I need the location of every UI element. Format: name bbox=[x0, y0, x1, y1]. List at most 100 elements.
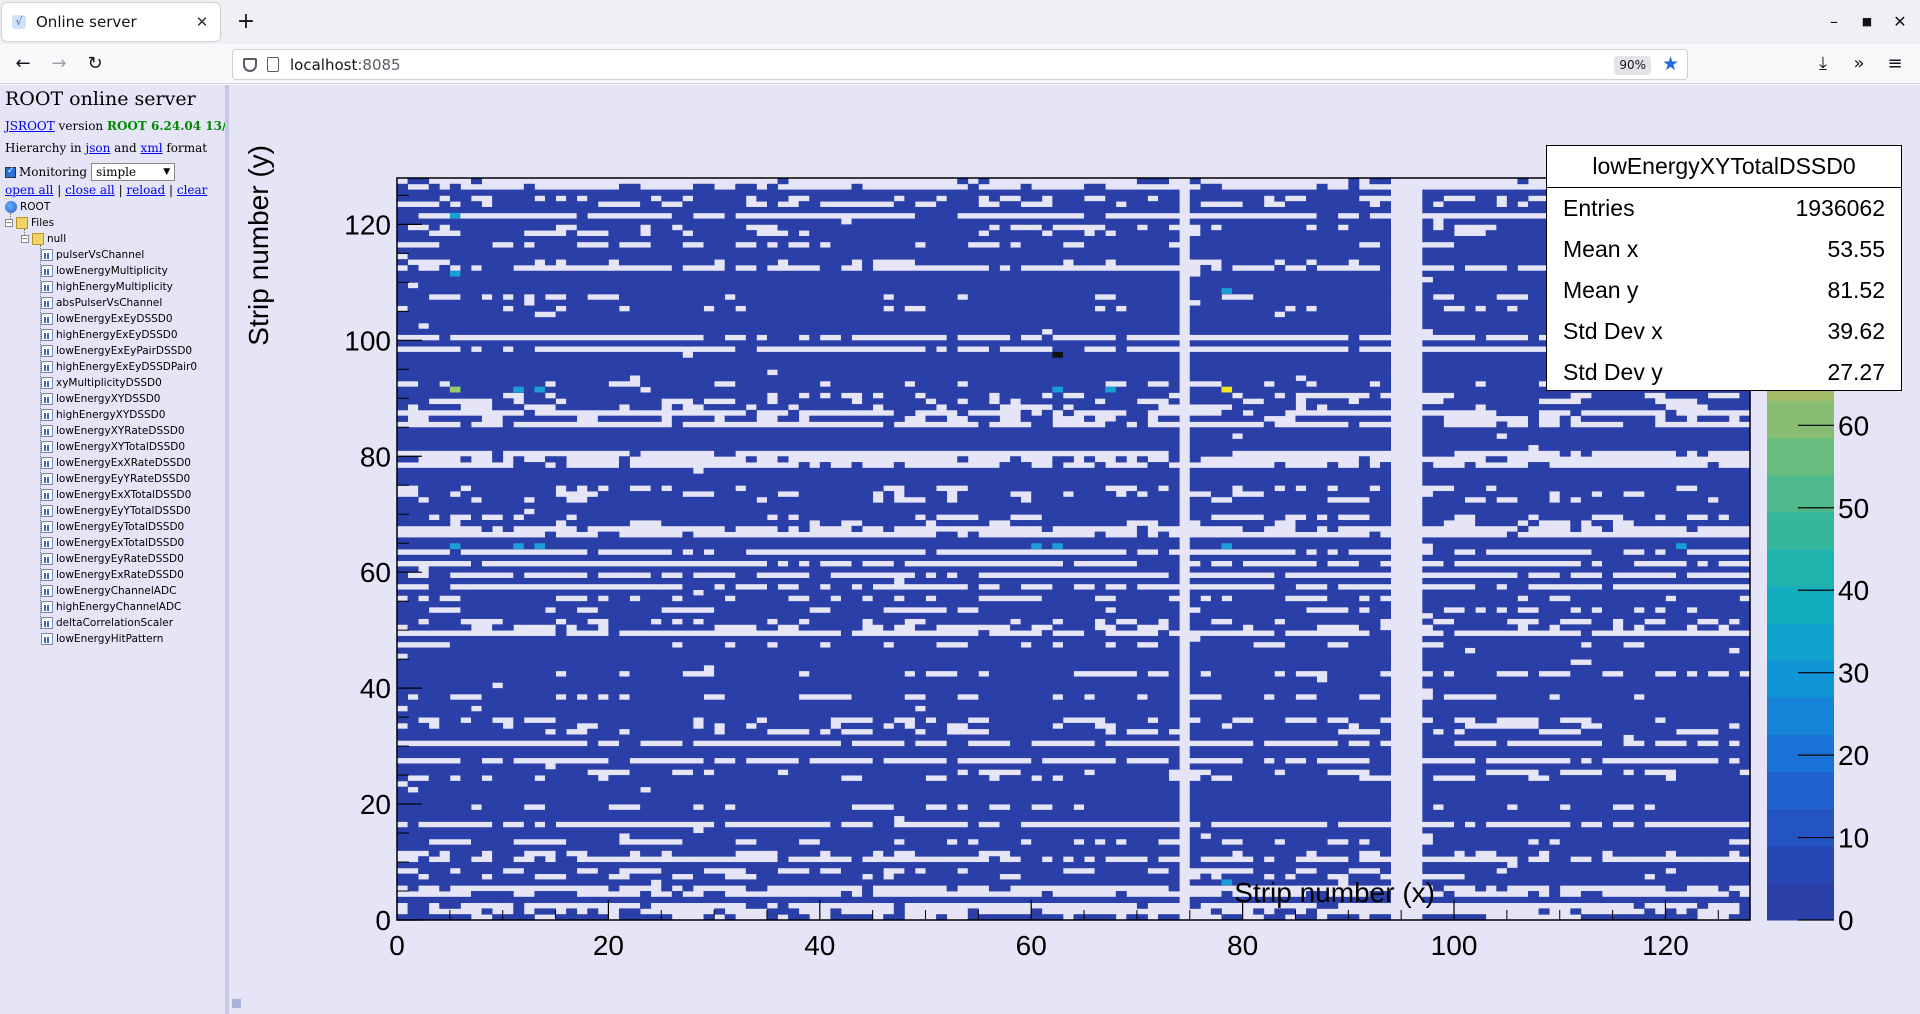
heatmap-cell-run bbox=[1697, 606, 1730, 614]
stats-box[interactable]: lowEnergyXYTotalDSSD0 Entries 1936062 Me… bbox=[1546, 145, 1902, 391]
new-tab-icon[interactable]: + bbox=[232, 8, 260, 36]
open-all-link[interactable]: open all bbox=[5, 183, 53, 197]
heatmap-cell-run bbox=[1348, 786, 1392, 793]
monitoring-mode-select[interactable]: simple ▼ bbox=[91, 163, 176, 181]
heatmap-cell-run bbox=[1707, 491, 1730, 498]
tree-item[interactable]: deltaCorrelationScaler bbox=[41, 615, 173, 631]
tree-item[interactable]: absPulserVsChannel bbox=[41, 295, 162, 311]
minimize-icon[interactable]: – bbox=[1822, 10, 1846, 34]
tree-item[interactable]: lowEnergyEyTotalDSSD0 bbox=[41, 519, 184, 535]
forward-icon[interactable]: → bbox=[46, 51, 72, 77]
heatmap-cell-run bbox=[1242, 804, 1275, 811]
tree-item[interactable]: highEnergyMultiplicity bbox=[41, 279, 173, 295]
tree-item[interactable]: pulserVsChannel bbox=[41, 247, 144, 263]
tree-item[interactable]: lowEnergyXYDSSD0 bbox=[41, 391, 160, 407]
heatmap-cell-run bbox=[1200, 641, 1212, 648]
heatmap-cell-run bbox=[946, 606, 958, 614]
heatmap-cell-run bbox=[1221, 409, 1244, 417]
heatmap-cell-run bbox=[671, 415, 704, 422]
overflow-icon[interactable]: » bbox=[1846, 51, 1872, 77]
heatmap-cell-run bbox=[925, 496, 948, 504]
tree-item[interactable]: lowEnergyExTotalDSSD0 bbox=[41, 535, 184, 551]
monitoring-checkbox[interactable] bbox=[5, 166, 16, 178]
heatmap-cell-run bbox=[1644, 775, 1656, 782]
xml-link[interactable]: xml bbox=[141, 141, 163, 155]
heatmap-cell-run bbox=[1633, 769, 1645, 776]
back-icon[interactable]: ← bbox=[10, 51, 36, 77]
tree-item[interactable]: highEnergyExEyDSSDPair0 bbox=[41, 359, 197, 375]
heatmap-cell-run bbox=[862, 218, 895, 225]
tree-item[interactable]: lowEnergyEyYRateDSSD0 bbox=[41, 471, 190, 487]
reload-link[interactable]: reload bbox=[126, 183, 165, 197]
heatmap-cell-run bbox=[883, 775, 926, 782]
tree-node-root[interactable]: ROOT bbox=[5, 199, 50, 215]
heatmap-cell-run bbox=[1189, 189, 1222, 196]
reload-icon[interactable]: ↻ bbox=[82, 51, 108, 77]
heatmap-cell-run bbox=[1443, 641, 1455, 648]
heatmap-cell-run bbox=[1422, 682, 1434, 689]
collapse-icon[interactable]: − bbox=[5, 219, 13, 227]
heatmap-cell-run bbox=[1591, 867, 1603, 875]
heatmap-cell-run bbox=[893, 380, 905, 388]
jsroot-link[interactable]: JSROOT bbox=[5, 119, 55, 133]
tree-item[interactable]: lowEnergyExEyDSSD0 bbox=[41, 311, 173, 327]
address-bar[interactable]: localhost:8085 90% ★ bbox=[232, 49, 1688, 80]
heatmap-cell-run bbox=[534, 763, 546, 770]
heatmap-cell-run bbox=[1443, 398, 1455, 405]
tree-item[interactable]: lowEnergyEyYTotalDSSD0 bbox=[41, 503, 191, 519]
heatmap-cell-run bbox=[1707, 438, 1740, 446]
maximize-icon[interactable]: ■ bbox=[1855, 10, 1879, 34]
tree-item[interactable]: lowEnergyExRateDSSD0 bbox=[41, 567, 184, 583]
heatmap-cell-run bbox=[756, 404, 768, 411]
heatmap-cell-run bbox=[1475, 520, 1497, 527]
close-all-link[interactable]: close all bbox=[65, 183, 115, 197]
clear-link[interactable]: clear bbox=[177, 183, 208, 197]
tree-item[interactable]: highEnergyChannelADC bbox=[41, 599, 181, 615]
close-tab-icon[interactable]: ✕ bbox=[194, 13, 210, 31]
heatmap-cell-run bbox=[1094, 363, 1148, 370]
heatmap-cell-run bbox=[988, 856, 1000, 863]
tree-item[interactable]: lowEnergyExXTotalDSSD0 bbox=[41, 487, 191, 503]
heatmap-cell-run bbox=[936, 746, 1022, 753]
tree-item[interactable]: lowEnergyMultiplicity bbox=[41, 263, 168, 279]
tree-item[interactable]: lowEnergyExEyPairDSSD0 bbox=[41, 343, 192, 359]
shield-icon[interactable] bbox=[243, 57, 257, 72]
heatmap-cell-run bbox=[1136, 241, 1170, 248]
tree-item[interactable]: lowEnergyEyRateDSSD0 bbox=[41, 551, 184, 567]
heatmap-cell-run bbox=[544, 670, 556, 677]
heatmap-cell-run bbox=[1221, 241, 1233, 248]
heatmap-cell-run bbox=[978, 838, 1011, 846]
window-close-icon[interactable]: ✕ bbox=[1888, 10, 1912, 34]
collapse-icon[interactable]: − bbox=[21, 235, 29, 243]
tree-item[interactable]: highEnergyExEyDSSD0 bbox=[41, 327, 178, 343]
heatmap-cell-run bbox=[1010, 508, 1085, 515]
tree-item[interactable]: lowEnergyXYTotalDSSD0 bbox=[41, 439, 185, 455]
tree-item[interactable]: lowEnergyExXRateDSSD0 bbox=[41, 455, 191, 471]
tree-item[interactable]: xyMultiplicityDSSD0 bbox=[41, 375, 162, 391]
y-tick-label: 0 bbox=[375, 905, 391, 936]
heatmap-cell-run bbox=[1263, 305, 1286, 312]
tree-item[interactable]: lowEnergyChannelADC bbox=[41, 583, 176, 599]
menu-icon[interactable]: ≡ bbox=[1882, 51, 1908, 77]
browser-tab[interactable]: √ Online server ✕ bbox=[2, 3, 220, 41]
tree-node-null[interactable]: − null bbox=[21, 231, 66, 247]
json-link[interactable]: json bbox=[85, 141, 110, 155]
tree-item[interactable]: lowEnergyHitPattern bbox=[41, 631, 163, 647]
canvas-area[interactable]: 010203040506070 020406080100120020406080… bbox=[230, 85, 1920, 1014]
heatmap-cell-run bbox=[587, 728, 620, 735]
heatmap-cell-run bbox=[967, 780, 1074, 788]
heatmap-cell-run bbox=[407, 264, 419, 272]
heatmap-cell-run bbox=[925, 549, 937, 556]
heatmap-cell-run bbox=[1062, 775, 1074, 782]
tree-item[interactable]: lowEnergyXYRateDSSD0 bbox=[41, 423, 185, 439]
heatmap-cell-run bbox=[978, 653, 1053, 660]
heatmap-cell-run bbox=[809, 867, 821, 875]
tree-node-files[interactable]: − Files bbox=[5, 215, 54, 231]
panel-splitter[interactable] bbox=[225, 85, 229, 1014]
downloads-icon[interactable]: ⤓ bbox=[1810, 51, 1836, 77]
tree-item[interactable]: highEnergyXYDSSD0 bbox=[41, 407, 165, 423]
heatmap-cell-run bbox=[397, 670, 408, 677]
page-info-icon[interactable] bbox=[267, 57, 279, 72]
bookmark-star-icon[interactable]: ★ bbox=[1662, 53, 1679, 75]
zoom-indicator[interactable]: 90% bbox=[1614, 56, 1651, 75]
